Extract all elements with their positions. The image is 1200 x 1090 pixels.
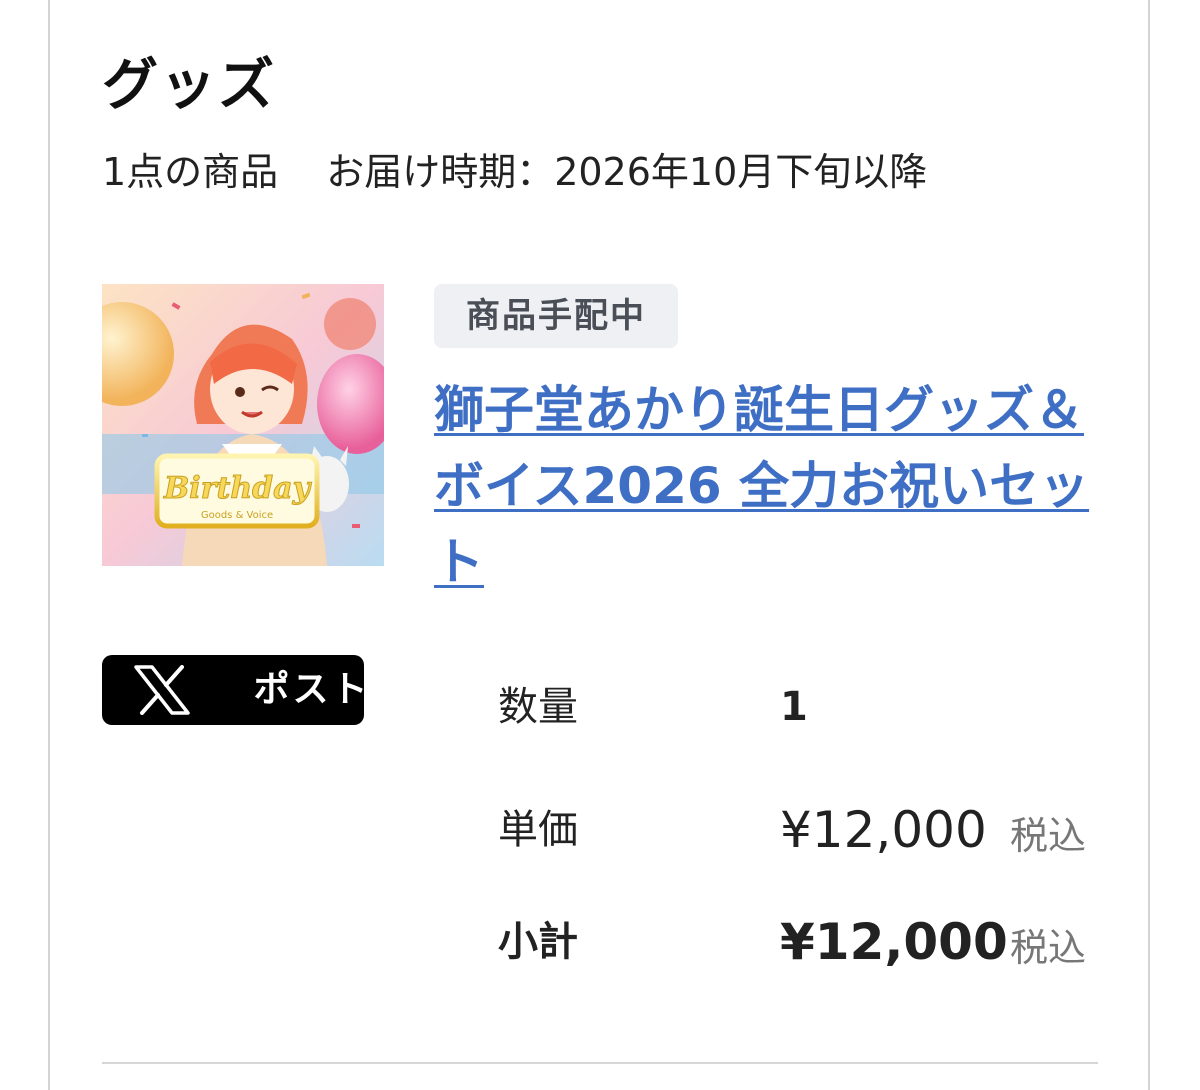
- subtotal-tax-note: 税込: [1010, 926, 1087, 970]
- thumbnail-title: Birthday: [163, 471, 313, 506]
- order-summary: 1点の商品 お届け時期：2026年10月下旬以降: [102, 150, 927, 196]
- post-button-label: ポスト: [253, 669, 371, 710]
- subtotal-row: 小計 ¥12,000 税込: [498, 907, 1098, 977]
- x-logo-icon: [134, 665, 190, 715]
- delivery-period: お届け時期：2026年10月下旬以降: [326, 150, 928, 194]
- unit-price-tax-note: 税込: [1010, 814, 1087, 858]
- section-divider: [102, 1062, 1098, 1064]
- product-thumbnail[interactable]: Birthday Goods & Voice: [102, 284, 384, 566]
- subtotal-value: ¥12,000: [780, 913, 1008, 971]
- post-to-x-button[interactable]: ポスト: [102, 655, 368, 725]
- section-title: グッズ: [102, 53, 276, 118]
- unit-price-row: 単価 ¥12,000 税込: [498, 795, 1098, 865]
- quantity-value: 1: [780, 684, 808, 730]
- product-title-link[interactable]: 獅子堂あかり誕生日グッズ＆ボイス2026 全力お祝いセット: [434, 372, 1094, 600]
- item-count: 1点の商品: [102, 150, 279, 194]
- status-badge: 商品手配中: [434, 284, 678, 348]
- unit-price-value: ¥12,000: [780, 801, 987, 859]
- subtotal-label: 小計: [498, 919, 578, 965]
- thumbnail-subtitle: Goods & Voice: [201, 510, 273, 521]
- quantity-row: 数量 1: [498, 672, 1098, 742]
- quantity-label: 数量: [498, 684, 578, 730]
- unit-price-label: 単価: [498, 807, 578, 853]
